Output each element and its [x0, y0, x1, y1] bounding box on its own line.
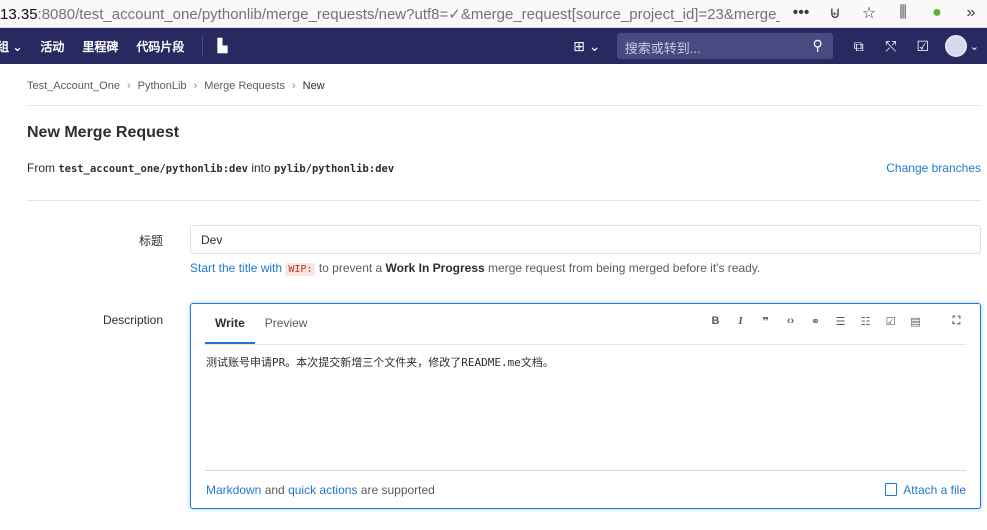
- fullscreen-icon[interactable]: ⛶: [945, 315, 968, 328]
- page-title: New Merge Request: [27, 124, 180, 141]
- wip-hint: Start the title with WIP: to prevent a W…: [190, 261, 761, 276]
- wip-hint-text: to prevent a: [318, 261, 383, 275]
- new-dropdown-icon[interactable]: ⊞ ⌄: [570, 38, 604, 55]
- link-icon[interactable]: ⚭: [804, 315, 827, 328]
- divider: [27, 200, 981, 201]
- image-icon: [885, 483, 898, 496]
- task-list-icon[interactable]: ☑: [879, 315, 902, 328]
- breadcrumb-current[interactable]: New: [303, 80, 325, 92]
- wip-hint-bold: Work In Progress: [385, 261, 485, 275]
- nav-milestones[interactable]: 里程碑: [82, 38, 118, 55]
- issues-icon[interactable]: ⧉: [846, 38, 872, 55]
- browser-url-bar[interactable]: 13.35:8080/test_account_one/pythonlib/me…: [0, 0, 987, 28]
- search-input[interactable]: 搜索或转到... ⚲: [616, 33, 833, 59]
- url-host: 13.35: [0, 6, 38, 23]
- url-path: :8080/test_account_one/pythonlib/merge_r…: [37, 6, 780, 23]
- pocket-icon[interactable]: ⊌: [825, 3, 845, 23]
- bullet-list-icon[interactable]: ☰: [829, 315, 852, 328]
- nav-right: ⊞ ⌄ 搜索或转到... ⚲ ⧉ ⤲ ☑ ⌄: [567, 28, 987, 64]
- tab-write[interactable]: Write: [205, 304, 255, 344]
- table-icon[interactable]: ▤: [904, 315, 927, 328]
- nav-links: 组 ⌄ 活动 里程碑 代码片段 ▙: [0, 28, 245, 64]
- quick-actions-link[interactable]: quick actions: [288, 483, 357, 497]
- markdown-link[interactable]: Markdown: [206, 483, 261, 497]
- into-label: into: [251, 161, 271, 175]
- nav-groups[interactable]: 组 ⌄: [0, 38, 22, 55]
- breadcrumb-merge-requests[interactable]: Merge Requests: [204, 80, 285, 92]
- breadcrumb-separator: ›: [193, 80, 198, 92]
- wip-hint-link[interactable]: Start the title with: [190, 261, 282, 275]
- breadcrumb-separator: ›: [126, 80, 131, 92]
- bold-icon[interactable]: B: [704, 315, 727, 328]
- target-branch: pylib/pythonlib:dev: [274, 163, 395, 175]
- wip-code: WIP:: [285, 263, 316, 276]
- breadcrumb: Test_Account_One › PythonLib › Merge Req…: [27, 80, 325, 92]
- from-label: From: [27, 161, 55, 175]
- quote-icon[interactable]: ❞: [754, 315, 777, 328]
- extension-icon[interactable]: ●: [927, 4, 947, 22]
- branch-info: From test_account_one/pythonlib:dev into…: [27, 161, 394, 175]
- nav-snippets[interactable]: 代码片段: [136, 38, 184, 55]
- user-menu[interactable]: ⌄: [944, 35, 979, 57]
- top-navbar: 组 ⌄ 活动 里程碑 代码片段 ▙ ⊞ ⌄ 搜索或转到... ⚲ ⧉ ⤲ ☑ ⌄: [0, 28, 987, 64]
- wip-hint-end: merge request from being merged before i…: [488, 261, 761, 275]
- search-icon: ⚲: [812, 37, 823, 53]
- library-icon[interactable]: ⫼: [893, 4, 913, 22]
- breadcrumb-project[interactable]: PythonLib: [138, 80, 187, 92]
- more-icon[interactable]: •••: [791, 4, 811, 22]
- italic-icon[interactable]: I: [729, 315, 752, 328]
- browser-toolbar: ••• ⊌ ☆ ⫼ ● »: [791, 3, 981, 23]
- breadcrumb-account[interactable]: Test_Account_One: [27, 80, 120, 92]
- editor-tabs: Write Preview: [205, 304, 317, 344]
- todos-icon[interactable]: ☑: [910, 38, 936, 55]
- change-branches-link[interactable]: Change branches: [886, 161, 981, 175]
- description-editor[interactable]: Write Preview B I ❞ ‹› ⚭ ☰ ☷ ☑ ▤ ⛶ 测试账号申…: [190, 303, 981, 509]
- tab-underline: [205, 344, 966, 345]
- chevron-down-icon: ⌄: [969, 40, 979, 53]
- attach-file-button[interactable]: Attach a file: [885, 483, 966, 497]
- merge-requests-icon[interactable]: ⤲: [878, 38, 904, 55]
- url-text[interactable]: 13.35:8080/test_account_one/pythonlib/me…: [0, 5, 780, 23]
- footer-and: and: [264, 483, 285, 497]
- tab-preview[interactable]: Preview: [255, 304, 318, 344]
- title-label: 标题: [138, 234, 163, 248]
- nav-activity[interactable]: 活动: [40, 38, 64, 55]
- nav-divider: [202, 35, 204, 57]
- editor-footer-divider: [205, 470, 966, 471]
- source-branch: test_account_one/pythonlib:dev: [58, 163, 248, 175]
- markdown-toolbar: B I ❞ ‹› ⚭ ☰ ☷ ☑ ▤ ⛶: [704, 315, 968, 328]
- star-icon[interactable]: ☆: [859, 3, 879, 23]
- description-label: Description: [102, 313, 163, 327]
- editor-footer: Markdown and quick actions are supported: [206, 483, 435, 497]
- divider: [27, 105, 981, 106]
- overflow-icon[interactable]: »: [961, 4, 981, 22]
- attach-label: Attach a file: [903, 483, 966, 497]
- avatar: [944, 35, 967, 57]
- footer-supported: are supported: [360, 483, 435, 497]
- description-textarea[interactable]: 测试账号申请PR。本次提交新增三个文件夹，修改了README.me文档。: [206, 354, 554, 370]
- title-input[interactable]: Dev: [190, 225, 981, 254]
- chart-icon[interactable]: ▙: [217, 38, 227, 54]
- search-placeholder: 搜索或转到...: [624, 41, 701, 56]
- breadcrumb-separator: ›: [291, 80, 296, 92]
- code-icon[interactable]: ‹›: [779, 315, 802, 328]
- numbered-list-icon[interactable]: ☷: [854, 315, 877, 328]
